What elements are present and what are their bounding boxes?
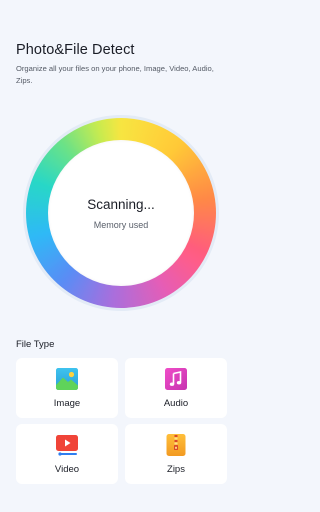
music-note-icon	[165, 368, 187, 390]
scan-status-text: Scanning...	[87, 197, 155, 212]
file-type-audio-card[interactable]: Audio	[125, 358, 227, 418]
file-type-zips-card[interactable]: Zips	[125, 424, 227, 484]
memory-used-label: Memory used	[93, 220, 149, 230]
file-type-video-label: Video	[54, 464, 80, 475]
scan-progress-ring: Scanning... Memory used	[23, 115, 219, 311]
file-type-video-card[interactable]: Video	[16, 424, 118, 484]
file-type-image-label: Image	[53, 398, 81, 409]
image-icon	[56, 368, 78, 390]
play-video-icon	[56, 435, 78, 456]
page-subtitle: Organize all your files on your phone, I…	[16, 64, 214, 85]
file-type-image-card[interactable]: Image	[16, 358, 118, 418]
ring-center	[48, 140, 194, 286]
file-type-audio-label: Audio	[163, 398, 189, 409]
file-type-heading: File Type	[16, 339, 55, 350]
page-title: Photo&File Detect	[16, 42, 135, 58]
file-type-zips-label: Zips	[167, 464, 185, 475]
zip-archive-icon	[166, 434, 186, 456]
